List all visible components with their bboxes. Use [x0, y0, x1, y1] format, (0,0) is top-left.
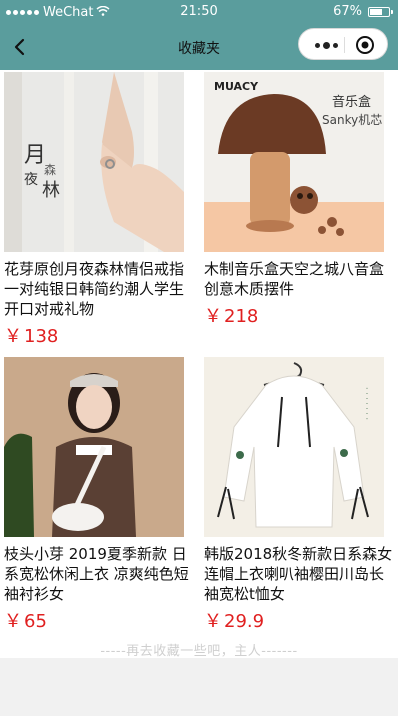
svg-text:月: 月: [24, 143, 46, 168]
product-image[interactable]: 月 夜 森 林: [4, 72, 184, 252]
battery-icon: [368, 6, 393, 17]
price-value: 29.9: [224, 611, 265, 632]
product-image[interactable]: [4, 357, 184, 537]
svg-text:森: 森: [44, 162, 56, 177]
brand-text: MUACY: [214, 80, 259, 93]
product-price: ￥ 138: [4, 322, 184, 348]
product-price: ￥ 29.9: [204, 607, 384, 633]
currency-symbol: ￥: [204, 306, 222, 327]
product-image[interactable]: MUACY 音乐盒 Sanky机芯: [204, 72, 384, 252]
navigation-bar: 收藏夹: [0, 24, 398, 70]
product-name: 花芽原创月夜森林情侣戒指一对纯银日韩简约潮人学生开口对戒礼物: [4, 260, 185, 318]
scroll-edge: [398, 0, 404, 716]
product-image[interactable]: · · · · · · ·: [204, 357, 384, 537]
capsule-divider: [344, 37, 345, 53]
product-price: ￥ 65: [4, 607, 184, 633]
product-card[interactable]: · · · · · · · 韩版2018秋冬新款日系森女连帽上衣喇叭袖樱田川岛长…: [204, 357, 392, 633]
battery-area: 67%: [333, 4, 393, 19]
status-bar: WeChat 21:50 67%: [0, 0, 398, 24]
product-name: 枝头小芽 2019夏季新款 日系宽松休闲上衣 凉爽纯色短袖衬衫女: [4, 545, 189, 603]
battery-percent: 67%: [333, 4, 362, 19]
product-name: 韩版2018秋冬新款日系森女连帽上衣喇叭袖樱田川岛长袖宽松t恤女: [204, 545, 393, 603]
product-price: ￥ 218: [204, 302, 384, 328]
more-menu-button[interactable]: [311, 35, 341, 55]
product-card[interactable]: 枝头小芽 2019夏季新款 日系宽松休闲上衣 凉爽纯色短袖衬衫女 ￥ 65: [4, 357, 189, 633]
close-mini-program-button[interactable]: [355, 35, 375, 55]
image-label-text: 音乐盒: [332, 94, 371, 110]
price-value: 218: [224, 306, 259, 327]
currency-symbol: ￥: [4, 326, 22, 347]
image-sub-text: Sanky机芯: [322, 113, 382, 127]
product-card[interactable]: MUACY 音乐盒 Sanky机芯 木制音乐盒天空之城八音盒创意木质摆件 ￥ 21…: [204, 72, 384, 328]
product-card[interactable]: 月 夜 森 林 花芽原创月夜森林情侣戒指一对纯银日韩简约潮人学生开口对戒礼物 ￥…: [4, 72, 184, 348]
product-name: 木制音乐盒天空之城八音盒创意木质摆件: [204, 260, 385, 298]
svg-text:夜: 夜: [24, 172, 38, 188]
price-value: 65: [24, 611, 47, 632]
svg-text:林: 林: [42, 180, 60, 201]
mini-program-capsule: [298, 28, 388, 60]
empty-more-tip: -----再去收藏一些吧，主人-------: [100, 644, 298, 659]
svg-text:· · · · · · ·: · · · · · · ·: [362, 387, 371, 420]
currency-symbol: ￥: [204, 611, 222, 632]
currency-symbol: ￥: [4, 611, 22, 632]
target-icon: [356, 36, 374, 54]
favorites-list: 月 夜 森 林 花芽原创月夜森林情侣戒指一对纯银日韩简约潮人学生开口对戒礼物 ￥…: [0, 70, 398, 659]
price-value: 138: [24, 326, 59, 347]
